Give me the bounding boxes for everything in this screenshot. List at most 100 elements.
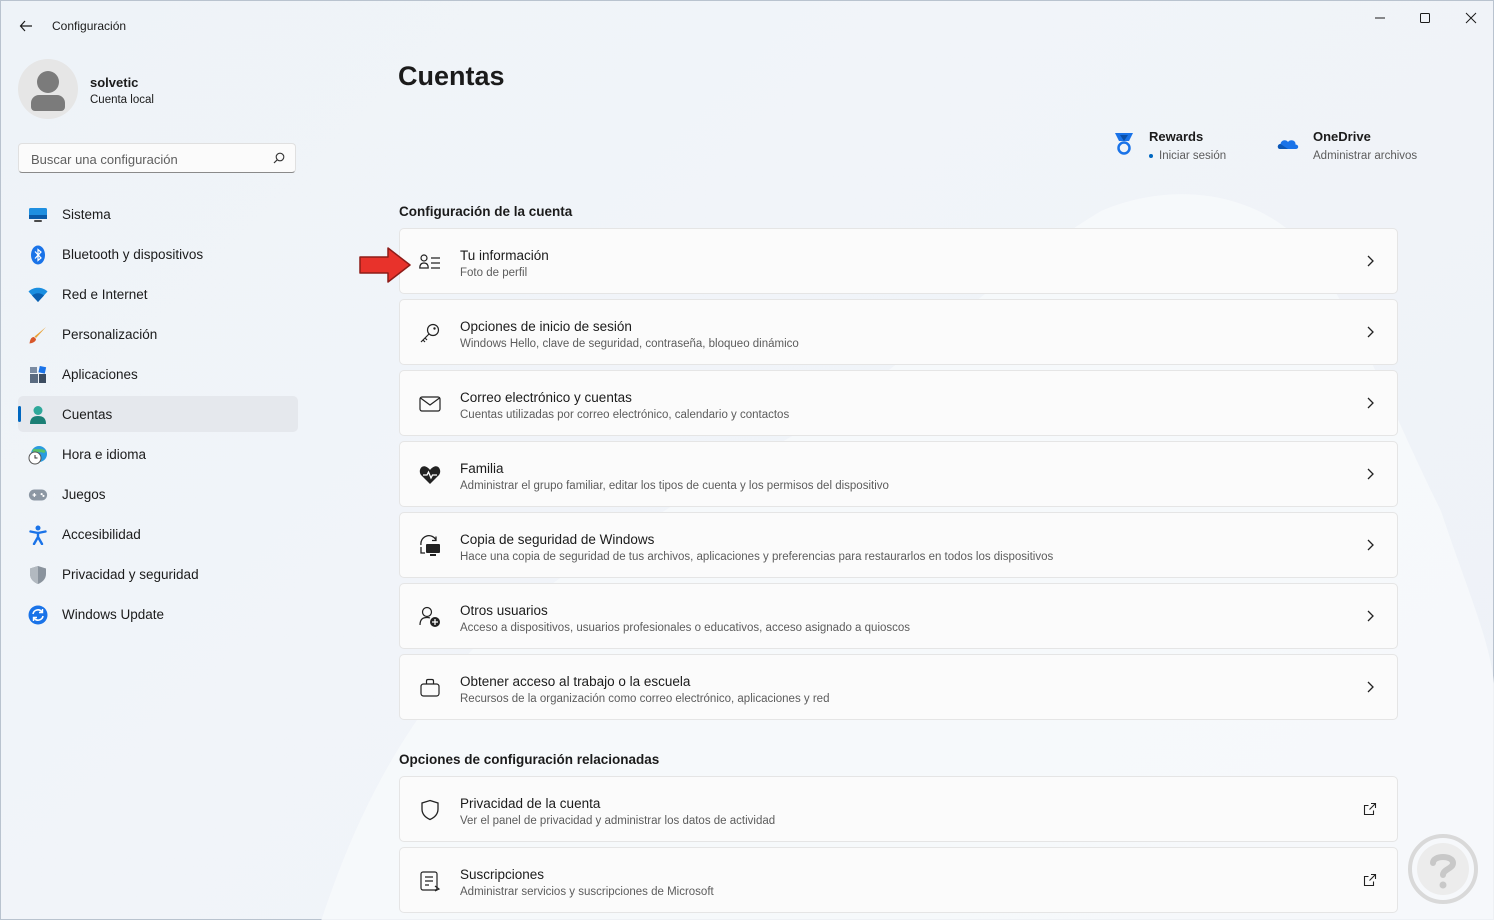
sidebar-item-privacidad[interactable]: Privacidad y seguridad [18,556,298,592]
card-title: Copia de seguridad de Windows [460,532,655,547]
accessibility-icon [28,525,48,545]
card-title: Opciones de inicio de sesión [460,319,632,334]
chevron-right-icon [1367,539,1374,551]
shield-outline-icon [418,798,442,822]
wifi-icon [28,285,48,305]
card-title: Tu información [460,248,549,263]
briefcase-icon [418,676,442,700]
update-icon [28,605,48,625]
card-subtitle: Hace una copia de seguridad de tus archi… [460,551,1054,563]
rewards-icon [1115,133,1133,155]
sidebar-item-label: Bluetooth y dispositivos [62,247,204,262]
monitor-icon [28,205,48,225]
sidebar-item-red[interactable]: Red e Internet [18,276,298,312]
minimize-button[interactable] [1357,1,1403,35]
sidebar-item-label: Juegos [62,487,106,502]
onedrive-name: OneDrive [1313,129,1371,144]
rewards-name: Rewards [1149,129,1204,144]
card-title: Privacidad de la cuenta [460,796,601,811]
card-subtitle: Ver el panel de privacidad y administrar… [460,815,776,827]
chevron-right-icon [1367,326,1374,338]
onedrive-link[interactable]: OneDrive Administrar archivos [1277,127,1437,167]
sidebar-item-juegos[interactable]: Juegos [18,476,298,512]
minimize-icon [1375,17,1385,19]
chevron-right-icon [1367,255,1374,267]
person-icon [28,405,48,425]
card-subtitle: Acceso a dispositivos, usuarios profesio… [460,622,911,634]
settings-window: Configuración solvetic Cuenta local Busc… [0,0,1494,920]
sidebar-item-aplicaciones[interactable]: Aplicaciones [18,356,298,392]
profile-name: solvetic [90,75,139,90]
sidebar-item-label: Cuentas [62,407,113,422]
sidebar-item-label: Personalización [62,327,158,342]
external-link-icon [1363,873,1377,887]
card-title: Suscripciones [460,867,545,882]
card-suscripciones[interactable]: Suscripciones Administrar servicios y su… [399,847,1398,913]
card-otros-usuarios[interactable]: Otros usuarios Acceso a dispositivos, us… [399,583,1398,649]
sidebar-item-hora[interactable]: Hora e idioma [18,436,298,472]
watermark-logo [1408,834,1478,904]
card-subtitle: Administrar servicios y suscripciones de… [460,886,714,898]
clock-globe-icon [28,445,48,465]
sidebar-item-personalizacion[interactable]: Personalización [18,316,298,352]
window-title: Configuración [52,19,127,33]
user-profile[interactable]: solvetic Cuenta local [18,59,298,119]
onedrive-icon [1277,140,1299,149]
back-button[interactable] [13,13,39,39]
close-button[interactable] [1448,1,1494,35]
card-familia[interactable]: Familia Administrar el grupo familiar, e… [399,441,1398,507]
card-opciones-inicio-sesion[interactable]: Opciones de inicio de sesión Windows Hel… [399,299,1398,365]
maximize-icon [1420,13,1430,23]
search-input[interactable] [29,149,263,169]
page-title: Cuentas [398,61,505,91]
sidebar-item-label: Hora e idioma [62,447,147,462]
sidebar-item-label: Privacidad y seguridad [62,567,199,582]
sidebar-item-accesibilidad[interactable]: Accesibilidad [18,516,298,552]
card-subtitle: Recursos de la organización como correo … [460,693,830,705]
sidebar-item-label: Aplicaciones [62,367,138,382]
rewards-signin-text: Iniciar sesión [1159,150,1227,162]
annotation-arrow-icon [359,247,411,283]
sidebar-item-cuentas[interactable]: Cuentas [18,396,298,432]
gamepad-icon [28,485,48,505]
back-arrow-icon [19,20,32,32]
close-icon [1465,12,1477,24]
bluetooth-icon [28,245,48,265]
section-title-account: Configuración de la cuenta [399,204,573,219]
rewards-link[interactable]: Rewards Iniciar sesión [1113,127,1253,167]
card-subtitle: Administrar el grupo familiar, editar lo… [460,480,889,492]
family-heart-icon [418,463,442,487]
card-title: Obtener acceso al trabajo o la escuela [460,674,691,689]
card-privacidad-cuenta[interactable]: Privacidad de la cuenta Ver el panel de … [399,776,1398,842]
apps-icon [28,365,48,385]
key-icon [418,321,442,345]
card-title: Correo electrónico y cuentas [460,390,632,405]
sidebar-item-label: Windows Update [62,607,165,622]
brush-icon [28,325,48,345]
card-subtitle: Foto de perfil [460,267,528,279]
card-subtitle: Windows Hello, clave de seguridad, contr… [460,338,799,350]
subscriptions-icon [418,869,442,893]
search-icon [273,152,285,164]
card-title: Familia [460,461,504,476]
chevron-right-icon [1367,397,1374,409]
card-title: Otros usuarios [460,603,548,618]
rewards-status: Iniciar sesión [1149,150,1226,162]
card-correo-cuentas[interactable]: Correo electrónico y cuentas Cuentas uti… [399,370,1398,436]
sidebar-item-sistema[interactable]: Sistema [18,196,298,232]
sidebar-item-windows-update[interactable]: Windows Update [18,596,298,632]
chevron-right-icon [1367,468,1374,480]
onedrive-sub: Administrar archivos [1313,150,1418,162]
card-trabajo-escuela[interactable]: Obtener acceso al trabajo o la escuela R… [399,654,1398,720]
search-box[interactable] [18,143,296,173]
sidebar-item-bluetooth[interactable]: Bluetooth y dispositivos [18,236,298,272]
chevron-right-icon [1367,610,1374,622]
card-tu-informacion[interactable]: Tu información Foto de perfil [399,228,1398,294]
title-bar: Configuración [1,1,1493,49]
sidebar-item-label: Red e Internet [62,287,148,302]
card-subtitle: Cuentas utilizadas por correo electrónic… [460,409,790,421]
chevron-right-icon [1367,681,1374,693]
maximize-button[interactable] [1402,1,1448,35]
card-copia-seguridad[interactable]: Copia de seguridad de Windows Hace una c… [399,512,1398,578]
profile-account-type: Cuenta local [90,94,154,106]
